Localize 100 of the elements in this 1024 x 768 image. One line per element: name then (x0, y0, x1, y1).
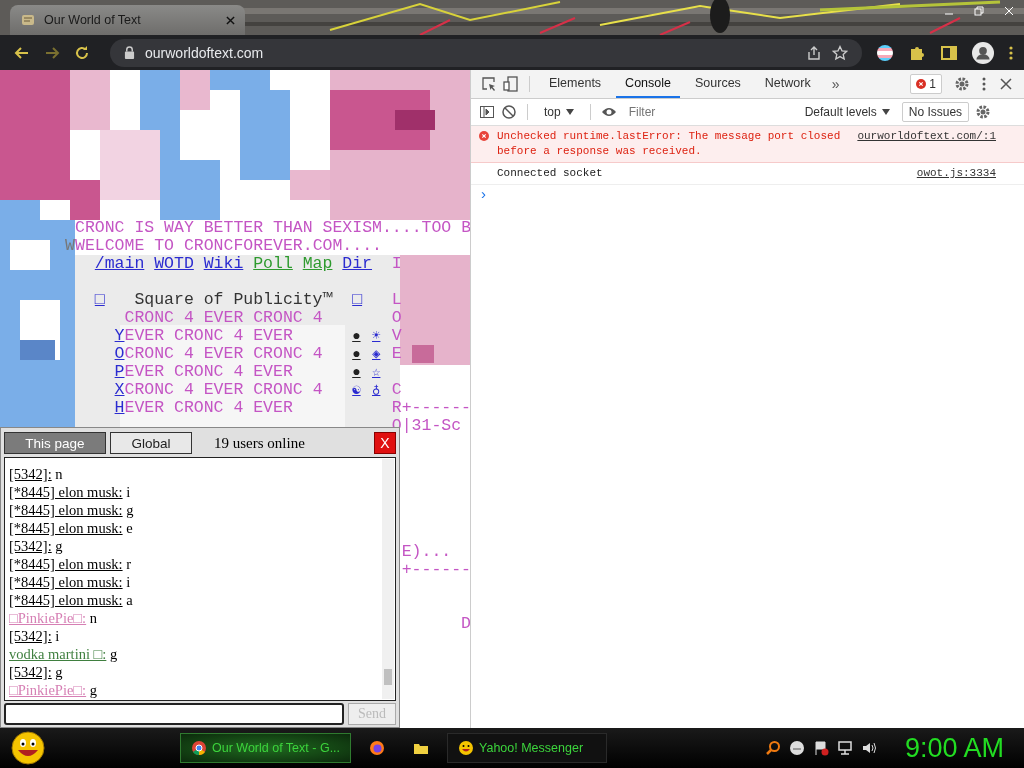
message-text: i (126, 484, 131, 500)
username-link[interactable]: vodka martini □: (9, 646, 107, 662)
link-glyph[interactable]: □ (352, 291, 363, 309)
reload-icon[interactable] (74, 44, 90, 61)
flag-icon[interactable] (812, 740, 829, 756)
scroll-icon (20, 12, 36, 28)
symbol-link[interactable]: ● (352, 345, 361, 363)
prompt-icon[interactable]: › (471, 185, 486, 202)
issues-button[interactable]: No Issues (901, 102, 970, 122)
message-text: g (126, 502, 134, 518)
link-glyph[interactable]: □ (94, 291, 105, 309)
tab-title: Our World of Text (44, 13, 142, 27)
nav-link[interactable]: WOTD (154, 255, 194, 273)
username-link[interactable]: [5342]: (9, 538, 52, 554)
device-icon[interactable] (503, 76, 519, 92)
username-link[interactable]: [*8445] elon musk: (9, 520, 123, 536)
chat-tab[interactable]: Global (110, 432, 192, 454)
devtools-tab[interactable]: Sources (686, 70, 750, 98)
username-link[interactable]: [*8445] elon musk: (9, 484, 123, 500)
taskbar-button[interactable]: Yahoo! Messenger (447, 733, 608, 763)
share-icon[interactable] (806, 44, 822, 61)
error-icon (916, 79, 927, 89)
scrollbar[interactable] (382, 459, 394, 699)
nav-link[interactable]: Dir (342, 255, 373, 273)
welcome-text: WELCOME TO CRONCFOREVER.COM.... (75, 237, 382, 255)
message-text: n (55, 466, 63, 482)
username-link[interactable]: [*8445] elon musk: (9, 556, 123, 572)
nav-link[interactable]: Wiki (203, 255, 244, 273)
source-link[interactable]: ourworldoftext.com/:1 (857, 129, 996, 144)
message-text: g (89, 682, 97, 698)
close-icon[interactable] (998, 76, 1014, 92)
url-text: ourworldoftext.com (145, 44, 264, 61)
avatar-icon[interactable] (972, 41, 994, 64)
devtools-tab[interactable]: Network (755, 70, 820, 98)
symbol-link[interactable]: ☀ (372, 327, 381, 345)
clear-icon[interactable] (501, 104, 517, 120)
source-link[interactable]: owot.js:3334 (916, 166, 996, 181)
console-text: Connected socket (497, 166, 604, 181)
symbol-link[interactable]: ♁ (372, 381, 381, 399)
letter-link[interactable]: H (114, 399, 125, 417)
symbol-link[interactable]: ● (352, 327, 361, 345)
back-icon[interactable] (14, 44, 30, 61)
forward-icon[interactable] (44, 44, 60, 61)
message-text: i (55, 628, 60, 644)
message-text: g (110, 646, 118, 662)
inspect-icon[interactable] (481, 76, 497, 92)
caret-icon (881, 109, 890, 115)
username-link[interactable]: [5342]: (9, 664, 52, 680)
address-bar[interactable]: ourworldoftext.com (110, 38, 862, 67)
online-count: 19 users online (214, 434, 306, 452)
cronc-text: CRONC 4 EVER CRONC 4 (124, 345, 323, 363)
more-tabs-button[interactable]: » (825, 75, 846, 93)
username-link[interactable]: [*8445] elon musk: (9, 502, 123, 518)
browser-icon (191, 740, 207, 756)
close-icon[interactable] (226, 15, 235, 25)
network-icon[interactable] (836, 740, 853, 756)
message-text: g (55, 664, 63, 680)
letter-link[interactable]: O (114, 345, 125, 363)
username-link[interactable]: [*8445] elon musk: (9, 574, 123, 590)
sidebar-icon[interactable] (940, 43, 958, 62)
symbol-link[interactable]: ● (352, 363, 361, 381)
letter-link[interactable]: X (114, 381, 125, 399)
cell-text: E)... (401, 543, 452, 561)
nav-link[interactable]: /main (94, 255, 145, 273)
devtools-tab[interactable]: Console (616, 70, 680, 98)
cronc-text: EVER CRONC 4 EVER (124, 327, 293, 345)
close-button[interactable]: X (374, 432, 396, 454)
browser-tab[interactable]: Our World of Text (10, 5, 245, 35)
cell-text: +------ (401, 561, 470, 579)
search-icon[interactable] (764, 740, 781, 756)
cell-text: I (391, 255, 402, 273)
cell-letter: W (65, 237, 75, 255)
banner-text: CRONC IS WAY BETTER THAN SEXISM....TOO B (75, 219, 470, 237)
message-text: e (126, 520, 133, 536)
letter-link[interactable]: Y (114, 327, 125, 345)
star-icon[interactable] (832, 44, 848, 61)
username-link[interactable]: [5342]: (9, 466, 52, 482)
levels-dropdown[interactable]: Default levels (798, 104, 896, 120)
cronc-text: CRONC 4 EVER CRONC 4 (124, 381, 323, 399)
sidebar-icon[interactable] (479, 104, 495, 120)
volume-icon[interactable] (860, 740, 877, 756)
error-count-badge[interactable]: 1 (910, 74, 942, 94)
symbol-link[interactable]: ☆ (372, 363, 381, 381)
flag-icon[interactable] (876, 43, 894, 62)
context-dropdown[interactable]: top (538, 104, 580, 120)
cronc-text: EVER CRONC 4 EVER (124, 399, 293, 417)
chat-input[interactable] (4, 703, 344, 725)
settings-icon[interactable] (975, 104, 992, 120)
settings-icon[interactable] (954, 76, 970, 92)
taskbar-button[interactable]: Our World of Text - G... (180, 733, 352, 763)
username-link[interactable]: [*8445] elon musk: (9, 592, 123, 608)
symbol-link[interactable]: ◈ (372, 345, 381, 363)
symbol-link[interactable]: ☯ (352, 381, 361, 399)
cell-text: O (391, 309, 402, 327)
username-link[interactable]: [5342]: (9, 628, 52, 644)
chat-tab[interactable]: This page (4, 432, 106, 454)
cell-text: E (391, 345, 402, 363)
letter-link[interactable]: P (114, 363, 125, 381)
cell-text: V (391, 327, 402, 345)
devtools-tab[interactable]: Elements (540, 70, 611, 98)
